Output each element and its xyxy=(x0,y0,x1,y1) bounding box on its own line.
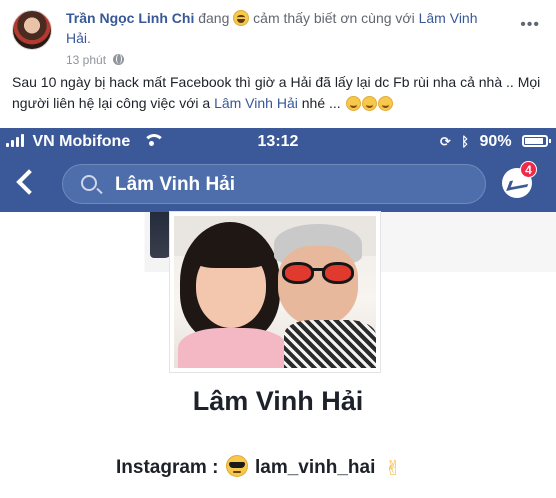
back-arrow-icon[interactable] xyxy=(16,169,42,195)
messenger-badge: 4 xyxy=(520,161,537,178)
profile-name: Lâm Vinh Hải xyxy=(192,386,364,416)
post-time[interactable]: 13 phút xyxy=(66,53,106,67)
instagram-handle: lam_vinh_hai xyxy=(254,457,376,478)
status-right: ⟳ ᛒ 90% xyxy=(439,133,551,151)
grateful-emoji-icon xyxy=(233,10,250,26)
author-avatar[interactable] xyxy=(12,10,52,50)
feeling-period: . xyxy=(87,30,91,46)
phone-status-bar: VN Mobifone 13:12 ⟳ ᛒ 90% xyxy=(0,128,556,156)
sunglasses-emoji-icon xyxy=(225,455,248,477)
facebook-nav-bar: Lâm Vinh Hải 4 xyxy=(0,156,556,212)
profile-picture[interactable] xyxy=(170,212,380,372)
search-icon xyxy=(81,175,97,191)
post-text-part2: nhé ... xyxy=(301,95,341,111)
post-body: Sau 10 ngày bị hack mất Facebook thì giờ… xyxy=(12,72,542,114)
attached-screenshot[interactable]: VN Mobifone 13:12 ⟳ ᛒ 90% Lâm Vinh Hải 4 xyxy=(0,128,556,498)
instagram-info: Instagram : lam_vinh_hai ✌ xyxy=(116,455,401,481)
more-options-icon[interactable]: ••• xyxy=(520,16,540,34)
bluetooth-icon: ᛒ xyxy=(461,134,470,149)
post-meta: Trần Ngọc Linh Chi đang cảm thấy biết ơn… xyxy=(66,8,506,48)
feeling-prefix: đang xyxy=(198,10,230,26)
post-timestamp-row: 13 phút xyxy=(66,53,125,67)
author-name-link[interactable]: Trần Ngọc Linh Chi xyxy=(66,10,194,26)
battery-percent: 90% xyxy=(479,133,512,150)
post-header: Trần Ngọc Linh Chi đang cảm thấy biết ơn… xyxy=(12,6,556,68)
instagram-label: Instagram : xyxy=(116,457,219,478)
profile-photo-image xyxy=(174,216,376,368)
victory-hand-icon: ✌ xyxy=(384,458,402,480)
search-input[interactable]: Lâm Vinh Hải xyxy=(62,164,486,204)
search-query: Lâm Vinh Hải xyxy=(115,174,236,195)
post-mention-link[interactable]: Lâm Vinh Hải xyxy=(214,95,298,111)
smile-icon xyxy=(377,96,393,111)
globe-icon[interactable] xyxy=(113,54,125,65)
smile-icon xyxy=(345,96,361,111)
feeling-text: cảm thấy biết ơn cùng với xyxy=(253,10,415,26)
battery-icon xyxy=(522,135,551,147)
smile-icon xyxy=(361,96,377,111)
rotation-lock-icon: ⟳ xyxy=(439,134,451,149)
